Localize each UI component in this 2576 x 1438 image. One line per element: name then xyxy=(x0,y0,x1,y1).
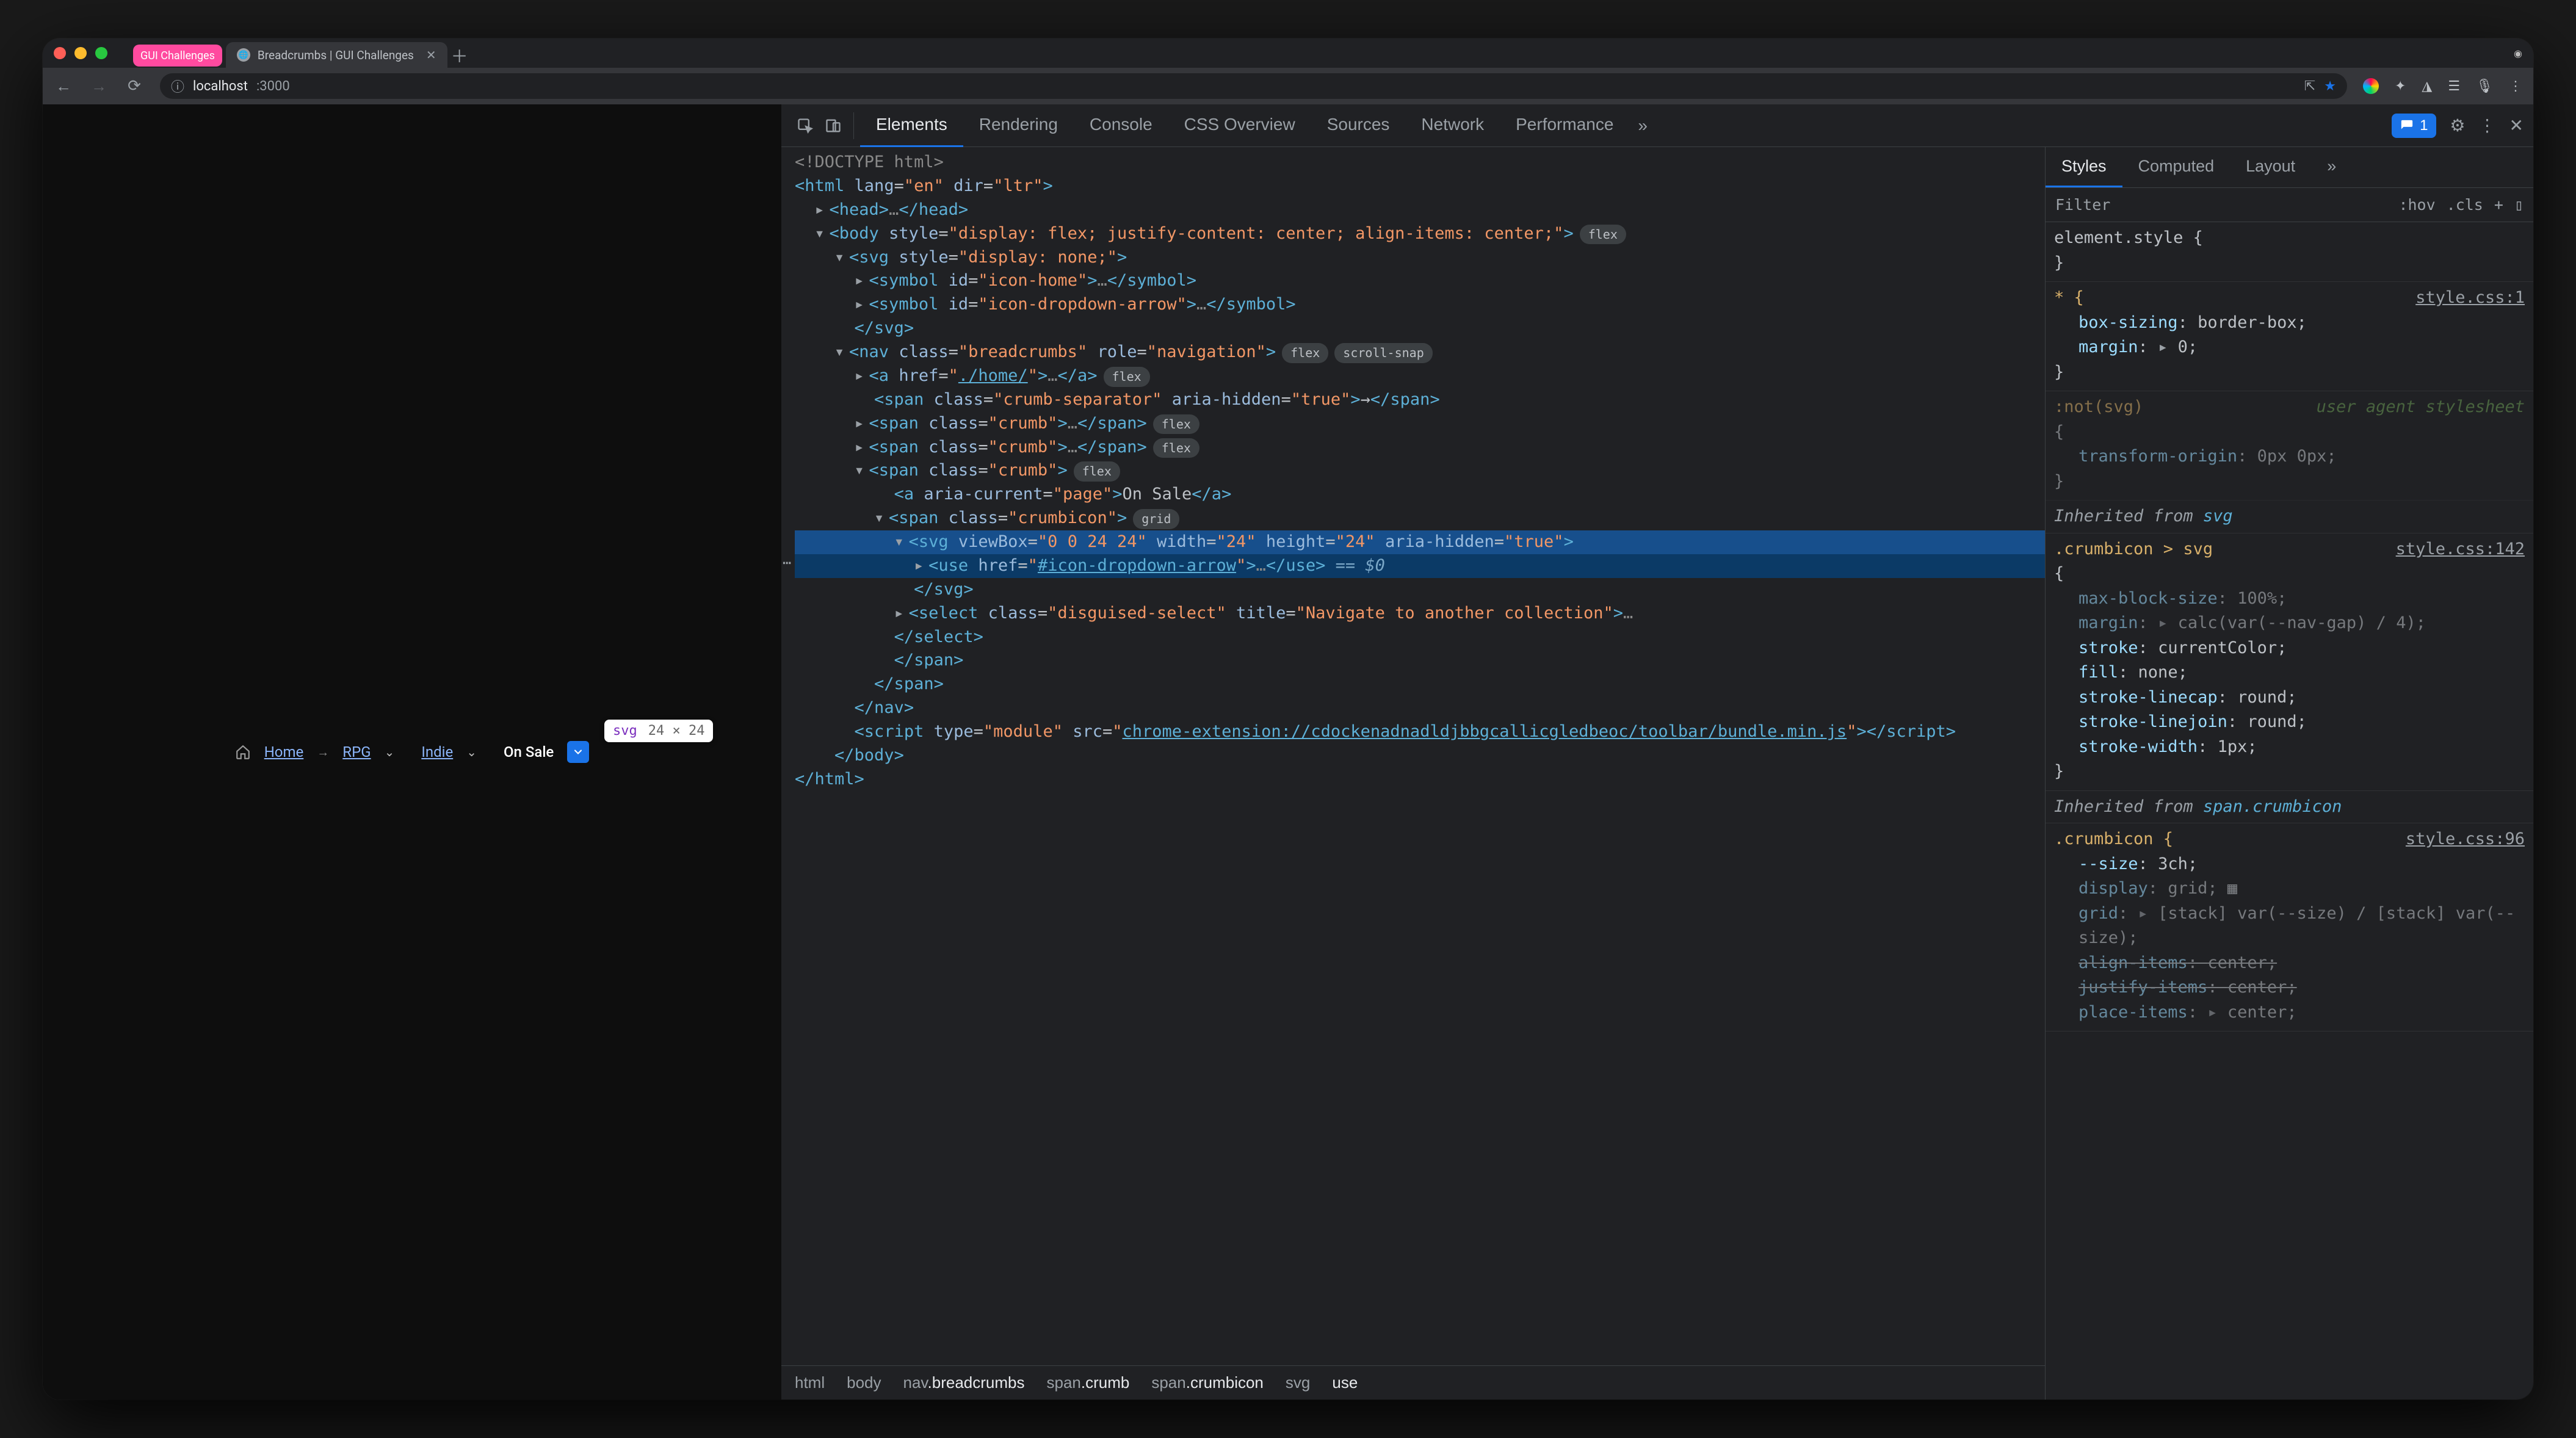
forward-button[interactable]: → xyxy=(89,76,109,96)
devtools-tabs: Elements Rendering Console CSS Overview … xyxy=(860,104,1629,147)
more-tabs-icon[interactable]: » xyxy=(1629,116,1656,135)
new-tab-button[interactable]: ＋ xyxy=(447,43,472,68)
styles-tabs: Styles Computed Layout » xyxy=(2046,147,2533,188)
close-icon[interactable]: ✕ xyxy=(426,48,436,62)
globe-icon: 🌐 xyxy=(237,48,250,62)
minimize-window[interactable] xyxy=(74,47,87,59)
home-icon xyxy=(235,744,251,760)
styles-filter-bar: Filter :hov .cls + ▯ xyxy=(2046,188,2533,222)
dom-tree[interactable]: <!DOCTYPE html> <html lang="en" dir="ltr… xyxy=(781,147,2045,1365)
issues-count: 1 xyxy=(2420,117,2428,134)
colorwheel-icon[interactable] xyxy=(2363,78,2379,94)
devtools-body: <!DOCTYPE html> <html lang="en" dir="ltr… xyxy=(781,147,2533,1400)
inspect-icon[interactable] xyxy=(791,112,819,140)
tab-gui-challenges[interactable]: GUI Challenges xyxy=(133,45,222,67)
inspector-tooltip: svg 24 × 24 xyxy=(604,720,713,742)
breadcrumbs: Home → RPG ⌄ Indie ⌄ On Sale xyxy=(235,741,590,763)
reload-button[interactable]: ⟳ xyxy=(125,76,144,96)
info-icon[interactable]: ⓘ xyxy=(171,76,184,96)
tabs-row: GUI Challenges 🌐 Breadcrumbs | GUI Chall… xyxy=(133,38,2506,68)
mic-icon[interactable]: 🎙 xyxy=(2476,79,2493,94)
chevron-down-icon[interactable]: ⌄ xyxy=(466,745,477,759)
tab-styles[interactable]: Styles xyxy=(2046,147,2122,187)
tab-sources[interactable]: Sources xyxy=(1311,104,1406,147)
tab-breadcrumbs[interactable]: 🌐 Breadcrumbs | GUI Challenges ✕ xyxy=(226,42,447,68)
tab-performance[interactable]: Performance xyxy=(1500,104,1629,147)
close-icon[interactable]: ✕ xyxy=(2509,115,2524,135)
pane-icon[interactable]: ▯ xyxy=(2514,196,2524,214)
devtools-toolbar: Elements Rendering Console CSS Overview … xyxy=(781,104,2533,147)
crumb-on-sale: On Sale xyxy=(504,743,554,761)
profile-icon[interactable]: ◮ xyxy=(2422,79,2432,94)
maximize-window[interactable] xyxy=(95,47,107,59)
window-controls[interactable] xyxy=(54,47,107,59)
extension-indicator-icon[interactable]: ◉ xyxy=(2514,48,2522,59)
gear-icon[interactable]: ⚙ xyxy=(2450,115,2465,135)
dropdown-icon-highlighted[interactable] xyxy=(567,741,589,763)
elements-panel: <!DOCTYPE html> <html lang="en" dir="ltr… xyxy=(781,147,2045,1400)
issues-badge[interactable]: 1 xyxy=(2392,114,2436,138)
tab-elements[interactable]: Elements xyxy=(860,104,963,147)
crumb-rpg[interactable]: RPG xyxy=(342,743,371,761)
filter-input[interactable]: Filter xyxy=(2055,196,2389,214)
chevron-down-icon[interactable]: ⌄ xyxy=(385,745,395,759)
titlebar: GUI Challenges 🌐 Breadcrumbs | GUI Chall… xyxy=(43,38,2533,68)
tooltip-tag: svg xyxy=(613,723,637,739)
url-host: localhost xyxy=(193,79,248,94)
kebab-icon[interactable]: ⋮ xyxy=(2479,115,2496,135)
close-window[interactable] xyxy=(54,47,66,59)
styles-panel: Styles Computed Layout » Filter :hov .cl… xyxy=(2045,147,2533,1400)
url-port: :3000 xyxy=(256,79,290,94)
more-tabs-icon[interactable]: » xyxy=(2311,147,2352,187)
url-input[interactable]: ⓘ localhost :3000 ⇱ ★ xyxy=(160,73,2347,99)
tab-computed[interactable]: Computed xyxy=(2122,147,2230,187)
kebab-icon[interactable]: ⋮ xyxy=(2509,79,2522,94)
back-button[interactable]: ← xyxy=(54,76,73,96)
toolbar-right: ✦ ◮ ☰ 🎙 ⋮ xyxy=(2363,78,2522,94)
crumb-separator: → xyxy=(317,745,329,760)
hov-toggle[interactable]: :hov xyxy=(2398,196,2435,214)
device-toggle-icon[interactable] xyxy=(819,112,847,140)
tab-network[interactable]: Network xyxy=(1405,104,1500,147)
crumb-indie[interactable]: Indie xyxy=(421,743,453,761)
browser-window: GUI Challenges 🌐 Breadcrumbs | GUI Chall… xyxy=(43,38,2533,1400)
tab-label: Breadcrumbs | GUI Challenges xyxy=(258,48,414,62)
tab-layout[interactable]: Layout xyxy=(2230,147,2311,187)
tab-label: GUI Challenges xyxy=(140,49,215,62)
crumb-home[interactable]: Home xyxy=(264,743,304,761)
dom-breadcrumb-trail[interactable]: html body nav.breadcrumbs span.crumb spa… xyxy=(781,1365,2045,1400)
reading-list-icon[interactable]: ☰ xyxy=(2448,79,2460,94)
tab-console[interactable]: Console xyxy=(1074,104,1168,147)
add-rule-button[interactable]: + xyxy=(2494,196,2503,214)
share-icon[interactable]: ⇱ xyxy=(2304,79,2315,94)
style-rules[interactable]: element.style { } * {style.css:1 box-siz… xyxy=(2046,222,2533,1400)
bookmark-icon[interactable]: ★ xyxy=(2324,79,2336,94)
tab-rendering[interactable]: Rendering xyxy=(963,104,1074,147)
devtools: Elements Rendering Console CSS Overview … xyxy=(781,104,2533,1400)
cls-toggle[interactable]: .cls xyxy=(2447,196,2483,214)
page-pane: svg 24 × 24 Home → RPG ⌄ Indie ⌄ On Sale xyxy=(43,104,781,1400)
extensions-icon[interactable]: ✦ xyxy=(2395,79,2406,94)
address-bar: ← → ⟳ ⓘ localhost :3000 ⇱ ★ ✦ ◮ ☰ 🎙 ⋮ xyxy=(43,68,2533,104)
content-split: svg 24 × 24 Home → RPG ⌄ Indie ⌄ On Sale xyxy=(43,104,2533,1400)
tooltip-dim: 24 × 24 xyxy=(648,723,705,739)
tab-css-overview[interactable]: CSS Overview xyxy=(1168,104,1311,147)
